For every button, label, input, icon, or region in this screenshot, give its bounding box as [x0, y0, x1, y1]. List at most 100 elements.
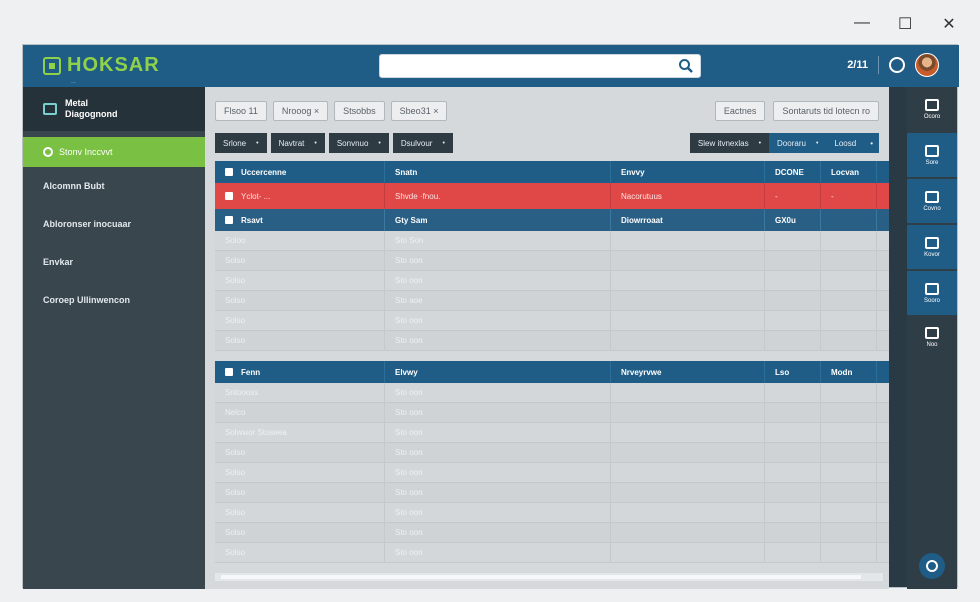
rail-button[interactable]: Ocoro: [907, 87, 957, 131]
filter-chip[interactable]: Nrooog ×: [272, 101, 329, 121]
grid-icon: [925, 282, 939, 295]
rail-button[interactable]: Sore: [907, 133, 957, 177]
filter-chip[interactable]: Eactnes: [714, 101, 766, 121]
table-row[interactable]: Solso Sto oon: [215, 523, 889, 543]
table-row[interactable]: Solso Sto oon: [215, 251, 889, 271]
sidebar-item-label: Stonv Inccvvt: [59, 147, 113, 157]
dropdown[interactable]: Dooraru •: [769, 133, 827, 153]
home-icon: [925, 98, 939, 111]
column-header[interactable]: Elvwy: [395, 368, 418, 377]
rail-button[interactable]: Noo: [907, 315, 957, 359]
close-button[interactable]: ✕: [942, 14, 956, 34]
table-row[interactable]: Solso Sto oon: [215, 271, 889, 291]
column-header[interactable]: Rsavt: [241, 216, 263, 225]
search-icon[interactable]: [678, 58, 694, 74]
table-cell: -: [775, 191, 778, 201]
column-header[interactable]: Envvy: [621, 168, 645, 177]
table-cell: Solso: [225, 488, 246, 497]
column-header[interactable]: Gty Sam: [395, 216, 427, 225]
column-header[interactable]: GX0u: [775, 216, 796, 225]
dropdown-label: Navtrat: [278, 138, 305, 148]
table-cell: Sto oon: [395, 276, 423, 285]
table-row[interactable]: Soloo Sto Son: [215, 231, 889, 251]
sidebar-item-1[interactable]: Alcomnn Bubt: [23, 167, 205, 205]
sidebar-item-3[interactable]: Envkar: [23, 243, 205, 281]
table-cell: Soloo: [225, 236, 246, 245]
chevron-down-icon: •: [256, 139, 259, 147]
table-cell: Sto oon: [395, 528, 423, 537]
checkbox[interactable]: [225, 192, 233, 200]
column-header[interactable]: Uccercenne: [241, 168, 286, 177]
clock-icon: [43, 147, 53, 157]
sidebar-header[interactable]: Metal Diagognond: [23, 87, 205, 131]
column-header[interactable]: Nrveyrvwe: [621, 368, 661, 377]
filter-chip[interactable]: Stsobbs: [334, 101, 385, 121]
table-cell: Shvde ·fnou.: [395, 191, 441, 201]
table-cell: Solwwor Stoseea: [225, 428, 287, 437]
column-header[interactable]: Fenn: [241, 368, 260, 377]
table-cell: Sto oon: [395, 488, 423, 497]
dropdown[interactable]: Navtrat •: [270, 133, 325, 153]
rail-button[interactable]: Kovor: [907, 225, 957, 269]
sidebar-item-4[interactable]: Coroep Ullinwencon: [23, 281, 205, 319]
table-cell: Sto oon: [395, 316, 423, 325]
settings-icon[interactable]: [889, 57, 905, 73]
table-row[interactable]: Sntoooss Sto oon: [215, 383, 889, 403]
settings-icon[interactable]: [919, 553, 945, 579]
table-row[interactable]: Solso Sto aoe: [215, 291, 889, 311]
column-header[interactable]: Lso: [775, 368, 789, 377]
rail-button[interactable]: Sooro: [907, 271, 957, 315]
sidebar-item-active[interactable]: Stonv Inccvvt: [23, 137, 205, 167]
column-header[interactable]: Diowrroaat: [621, 216, 663, 225]
table-row[interactable]: Solso Sto oon: [215, 311, 889, 331]
table-row[interactable]: Solso Sto oon: [215, 443, 889, 463]
checkbox[interactable]: [225, 368, 233, 376]
dropdown-label: Srlone: [223, 138, 247, 148]
dropdown[interactable]: Loosd: [826, 133, 865, 153]
dropdown[interactable]: •: [864, 133, 879, 153]
dropdown-label: Loosd: [834, 138, 857, 148]
table-row[interactable]: Solso Sto oon: [215, 331, 889, 351]
checkbox[interactable]: [225, 168, 233, 176]
filter-chip[interactable]: Sbeo31 ×: [390, 101, 448, 121]
chevron-down-icon: •: [758, 139, 762, 147]
table-cell: Solso: [225, 256, 246, 265]
table-cell: Sto oon: [395, 408, 423, 417]
dropdown-label: Sonvnuo: [336, 138, 369, 148]
table-row[interactable]: Nelco Sto oon: [215, 403, 889, 423]
minimize-button[interactable]: —: [854, 14, 870, 34]
table-cell: Solso: [225, 276, 246, 285]
logo-icon: [43, 56, 61, 75]
notification-count[interactable]: 2/11: [847, 59, 868, 71]
checkbox[interactable]: [225, 216, 233, 224]
dropdown[interactable]: Slew itvnexlas •: [689, 133, 770, 153]
table-row[interactable]: Solso Sto oon: [215, 503, 889, 523]
table-row[interactable]: Solso Sto oon: [215, 543, 889, 563]
table-cell: Solso: [225, 548, 246, 557]
horizontal-scrollbar[interactable]: [215, 573, 883, 581]
dropdown[interactable]: Srlone •: [215, 133, 267, 153]
column-header[interactable]: Modn: [831, 368, 852, 377]
maximize-button[interactable]: ☐: [898, 14, 912, 34]
table-row[interactable]: Solso Sto oon: [215, 463, 889, 483]
column-header[interactable]: Snatn: [395, 168, 417, 177]
sidebar-item-2[interactable]: Abloronser inocuaar: [23, 205, 205, 243]
filter-chip[interactable]: Flsoo 11: [215, 101, 267, 121]
column-header[interactable]: Locvan: [831, 168, 859, 177]
brand-name: HOKSAR: [67, 54, 160, 76]
table-cell: Solso: [225, 316, 246, 325]
rail-button[interactable]: Covno: [907, 179, 957, 223]
column-header[interactable]: DCONE: [775, 168, 804, 177]
app-logo[interactable]: HOKSAR …: [43, 54, 160, 85]
dropdown[interactable]: Sonvnuo •: [328, 133, 389, 153]
table-row[interactable]: Solwwor Stoseea Sto oon: [215, 423, 889, 443]
table-row-highlight[interactable]: Yclot- ... Shvde ·fnou. Nacorutuus - -: [215, 183, 889, 209]
sidebar-header-title: Metal: [65, 98, 89, 108]
table-row[interactable]: Solso Sto oon: [215, 483, 889, 503]
avatar[interactable]: [915, 53, 939, 77]
scrollbar-thumb[interactable]: [221, 575, 861, 579]
search-input[interactable]: [379, 54, 701, 78]
dropdown[interactable]: Dsulvour •: [392, 133, 453, 153]
filter-chip[interactable]: Sontaruts tid lotecn ro: [773, 101, 879, 121]
dashboard-icon: [43, 103, 57, 115]
